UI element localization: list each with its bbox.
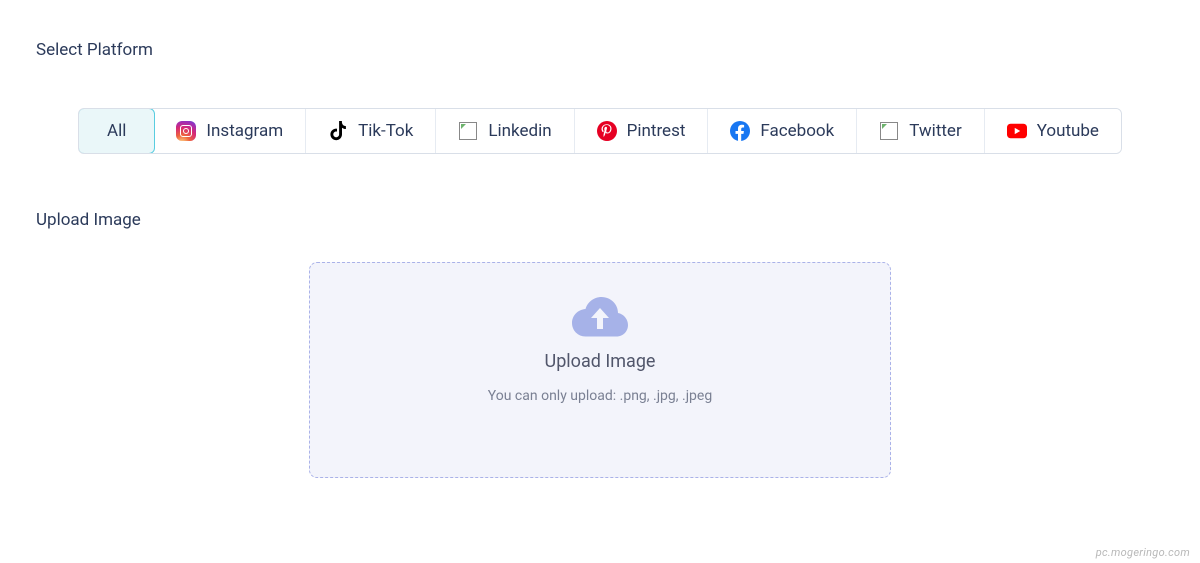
upload-dropzone[interactable]: Upload Image You can only upload: .png, … [309,262,891,478]
upload-zone-hint: You can only upload: .png, .jpg, .jpeg [488,386,712,407]
linkedin-icon [458,121,478,141]
watermark-text: pc.mogeringo.com [1096,546,1190,559]
upload-zone-title: Upload Image [545,351,656,372]
tiktok-icon [328,121,348,141]
platform-tab-pinterest[interactable]: Pintrest [575,109,709,153]
platform-tab-linkedin[interactable]: Linkedin [436,109,574,153]
platform-tab-instagram[interactable]: Instagram [154,109,306,153]
upload-image-section-title: Upload Image [36,210,1164,230]
twitter-icon [879,121,899,141]
platform-tabs-row: All Instagram Tik-Tok Linkedin Pintrest [36,108,1164,154]
platform-tab-twitter[interactable]: Twitter [857,109,984,153]
pinterest-icon [597,121,617,141]
platform-tab-label: Youtube [1037,121,1099,141]
platform-tab-all[interactable]: All [78,108,155,154]
youtube-icon [1007,121,1027,141]
select-platform-title: Select Platform [36,40,1164,60]
instagram-icon [176,121,196,141]
platform-tabs: All Instagram Tik-Tok Linkedin Pintrest [78,108,1122,154]
platform-tab-label: Tik-Tok [358,121,413,141]
platform-tab-label: Pintrest [627,121,686,141]
cloud-upload-icon [568,291,632,339]
platform-tab-youtube[interactable]: Youtube [985,109,1121,153]
platform-tab-label: Twitter [909,121,961,141]
platform-tab-facebook[interactable]: Facebook [708,109,857,153]
platform-tab-tiktok[interactable]: Tik-Tok [306,109,436,153]
facebook-icon [730,121,750,141]
platform-tab-label: Instagram [206,121,283,141]
upload-row: Upload Image You can only upload: .png, … [36,262,1164,478]
platform-tab-label: All [107,121,126,141]
platform-tab-label: Linkedin [488,121,551,141]
platform-tab-label: Facebook [760,121,834,141]
